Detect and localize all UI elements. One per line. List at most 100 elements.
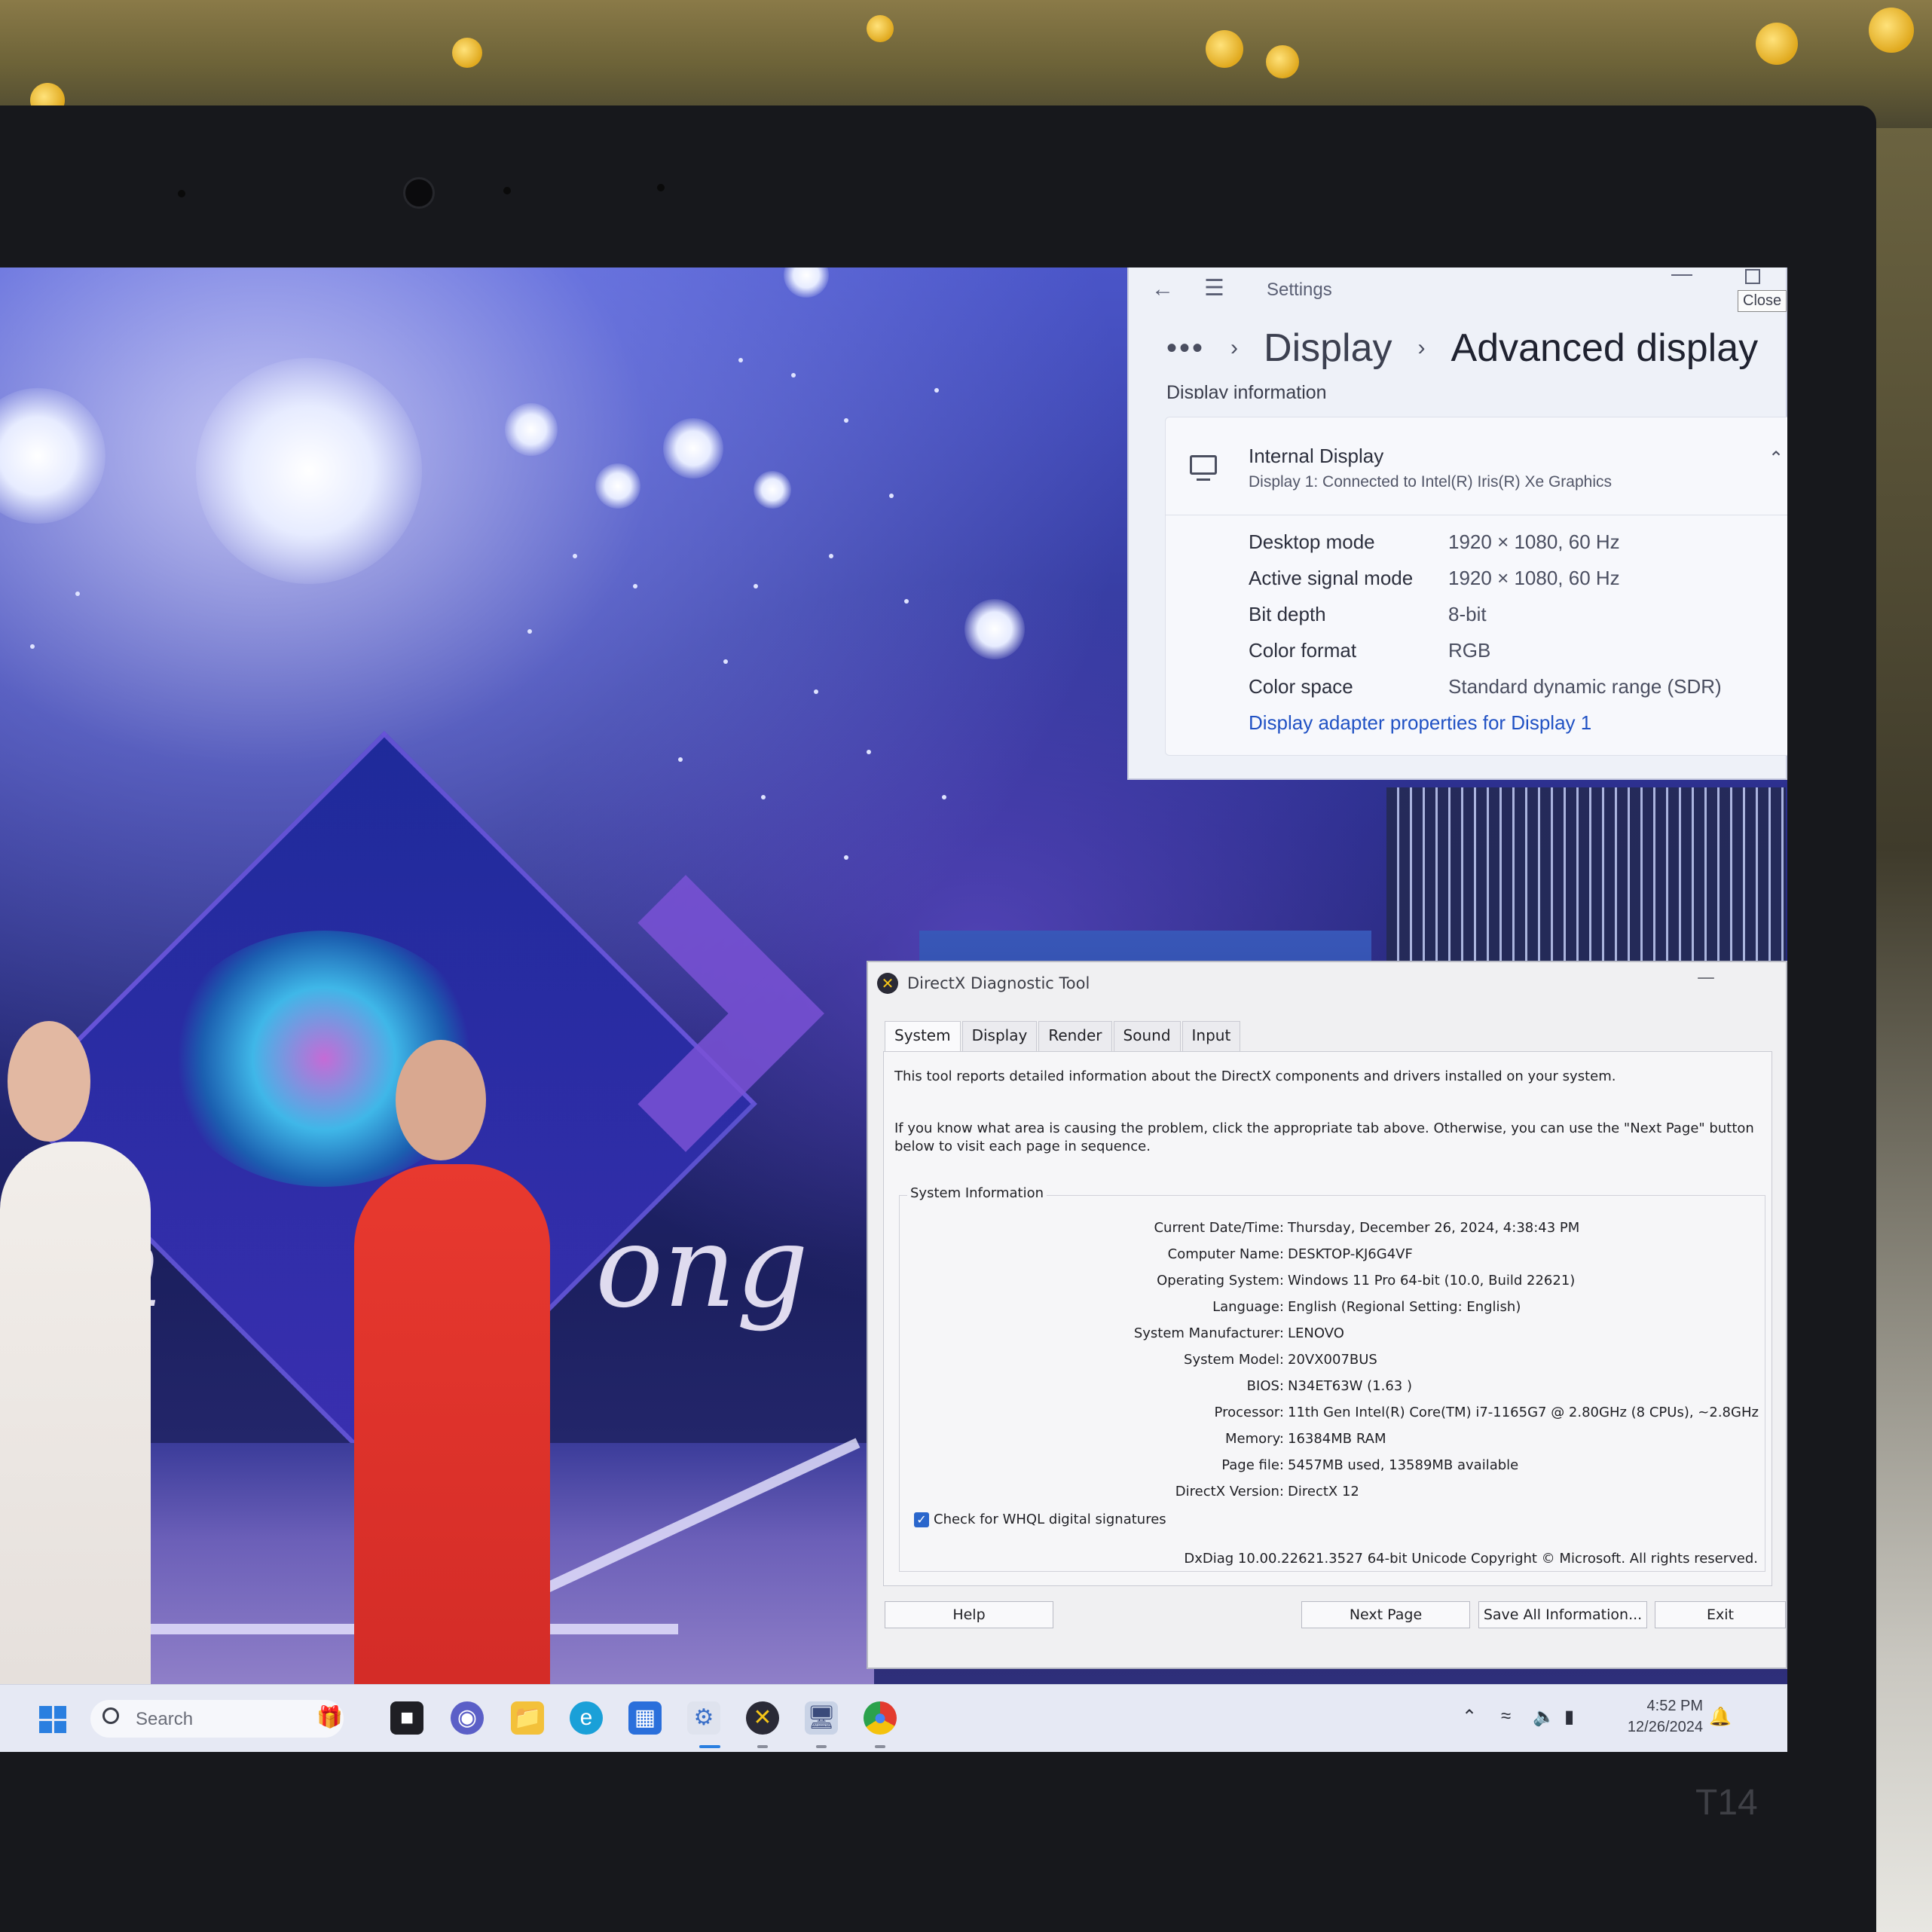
info-value: Thursday, December 26, 2024, 4:38:43 PM (1288, 1220, 1580, 1236)
maximize-button[interactable] (1745, 269, 1760, 284)
star-light (573, 554, 577, 558)
info-value: N34ET63W (1.63 ) (1288, 1378, 1413, 1394)
wifi-icon[interactable]: ≈ (1501, 1706, 1511, 1727)
star-light (791, 373, 796, 378)
running-app-indicator (757, 1745, 768, 1748)
back-arrow-icon[interactable]: ← (1151, 277, 1174, 302)
chrome-icon[interactable]: ● (864, 1701, 897, 1735)
system-config-icon[interactable]: 🖥 (805, 1701, 838, 1735)
stage-light (784, 267, 829, 298)
file-explorer-black-icon[interactable]: ■ (390, 1701, 423, 1735)
minimize-button[interactable]: — (1671, 267, 1692, 286)
breadcrumb: ••• › Display › Advanced display (1166, 322, 1758, 374)
teams-chat-icon[interactable]: ◉ (451, 1701, 484, 1735)
laptop-model-label: T14 (1695, 1783, 1758, 1823)
next-page-button[interactable]: Next Page (1301, 1601, 1470, 1628)
search-placeholder: Search (136, 1709, 194, 1729)
star-light (738, 358, 743, 362)
info-key: Memory: (1225, 1431, 1284, 1447)
save-all-information-button[interactable]: Save All Information... (1478, 1601, 1647, 1628)
tab-input[interactable]: Input (1182, 1021, 1241, 1051)
dxdiag-tabs: System Display Render Sound Input (885, 1021, 1242, 1051)
minimize-button[interactable]: — (1697, 967, 1715, 988)
star-light (761, 795, 766, 799)
display-info-header[interactable]: Internal Display Display 1: Connected to… (1166, 417, 1787, 515)
star-light (889, 494, 894, 498)
section-heading: Display information (1166, 382, 1327, 399)
sensor-dot (503, 187, 511, 194)
info-value: English (Regional Setting: English) (1288, 1299, 1521, 1315)
tab-render[interactable]: Render (1038, 1021, 1112, 1051)
info-value: LENOVO (1288, 1325, 1344, 1341)
yellow-flower (867, 15, 894, 42)
display-adapter-properties-link[interactable]: Display adapter properties for Display 1 (1249, 711, 1591, 735)
chevron-up-icon[interactable]: ⌃ (1462, 1706, 1477, 1728)
singer-man-head (396, 1040, 486, 1160)
settings-titlebar: ← ☰ Settings — Close (1129, 267, 1787, 312)
exit-button[interactable]: Exit (1655, 1601, 1786, 1628)
edge-icon[interactable]: e (570, 1701, 603, 1735)
volume-icon[interactable]: 🔈 (1533, 1706, 1555, 1728)
yellow-flower (452, 38, 482, 68)
property-value: 1920 × 1080, 60 Hz (1448, 567, 1620, 589)
dxdiag-version-footer: DxDiag 10.00.22621.3527 64-bit Unicode C… (1184, 1551, 1758, 1567)
taskbar-search-box[interactable]: Search 🎁 (90, 1700, 344, 1738)
display-name: Internal Display (1249, 445, 1384, 467)
whql-checkbox-row[interactable]: ✓ Check for WHQL digital signatures (914, 1512, 1166, 1527)
star-light (30, 644, 35, 649)
close-tooltip: Close (1738, 290, 1787, 312)
taskbar-clock[interactable]: 4:52 PM 12/26/2024 (1605, 1695, 1703, 1738)
property-key: Desktop mode (1249, 530, 1375, 553)
star-light (942, 795, 946, 799)
info-key: System Manufacturer: (1133, 1325, 1284, 1341)
stage-light (505, 403, 558, 456)
info-row: Page file: 5457MB used, 13589MB availabl… (900, 1457, 1759, 1483)
help-button[interactable]: Help (885, 1601, 1053, 1628)
breadcrumb-display-link[interactable]: Display (1264, 326, 1392, 371)
breadcrumb-overflow-button[interactable]: ••• (1166, 332, 1205, 365)
chevron-up-icon[interactable]: ⌃ (1768, 448, 1784, 469)
star-light (934, 388, 939, 393)
whql-label: Check for WHQL digital signatures (934, 1512, 1166, 1527)
info-key: Current Date/Time: (1154, 1220, 1284, 1236)
store-icon[interactable]: ▦ (628, 1701, 662, 1735)
search-icon (102, 1707, 119, 1724)
taskbar: Search 🎁 ■ ◉ 📁 e ▦ ⚙ ✕ 🖥 ● ⌃ ≈ 🔈 ▮ 4:52 … (0, 1684, 1787, 1752)
info-key: DirectX Version: (1175, 1484, 1284, 1499)
property-value: 8-bit (1448, 603, 1487, 625)
property-key: Color format (1249, 639, 1357, 662)
video-overlay-text: ong (595, 1202, 809, 1333)
star-light (844, 855, 848, 860)
notification-bell-icon[interactable]: 🔔 (1709, 1706, 1732, 1728)
file-explorer-icon[interactable]: 📁 (511, 1701, 544, 1735)
system-tab-panel: This tool reports detailed information a… (883, 1051, 1772, 1586)
yellow-flower (1206, 30, 1243, 68)
info-value: 5457MB used, 13589MB available (1288, 1457, 1519, 1473)
star-light (754, 584, 758, 588)
info-row: Computer Name: DESKTOP-KJ6G4VF (900, 1246, 1759, 1272)
intro-text: If you know what area is causing the pro… (894, 1120, 1754, 1154)
settings-icon[interactable]: ⚙ (687, 1701, 720, 1735)
info-value: 16384MB RAM (1288, 1431, 1386, 1447)
display-property-row: Desktop mode 1920 × 1080, 60 Hz (1249, 530, 1776, 565)
star-light (723, 659, 728, 664)
info-row: Memory: 16384MB RAM (900, 1431, 1759, 1457)
tab-system[interactable]: System (885, 1021, 961, 1051)
windows-start-icon[interactable] (39, 1706, 66, 1733)
intro-text: This tool reports detailed information a… (894, 1068, 1616, 1084)
battery-icon[interactable]: ▮ (1564, 1706, 1574, 1728)
stage-light (595, 463, 640, 509)
info-row: BIOS: N34ET63W (1.63 ) (900, 1378, 1759, 1404)
tab-sound[interactable]: Sound (1113, 1021, 1181, 1051)
stage-light (0, 388, 105, 524)
checkmark-icon[interactable]: ✓ (914, 1512, 929, 1527)
webcam (403, 177, 435, 209)
hamburger-menu-icon[interactable]: ☰ (1204, 275, 1224, 301)
group-label: System Information (907, 1185, 1047, 1201)
dxdiag-icon[interactable]: ✕ (746, 1701, 779, 1735)
display-property-row: Color format RGB (1249, 639, 1776, 674)
info-row: Current Date/Time: Thursday, December 26… (900, 1220, 1759, 1246)
display-property-row: Bit depth 8-bit (1249, 603, 1776, 637)
tab-display[interactable]: Display (961, 1021, 1038, 1051)
info-value: DESKTOP-KJ6G4VF (1288, 1246, 1413, 1262)
